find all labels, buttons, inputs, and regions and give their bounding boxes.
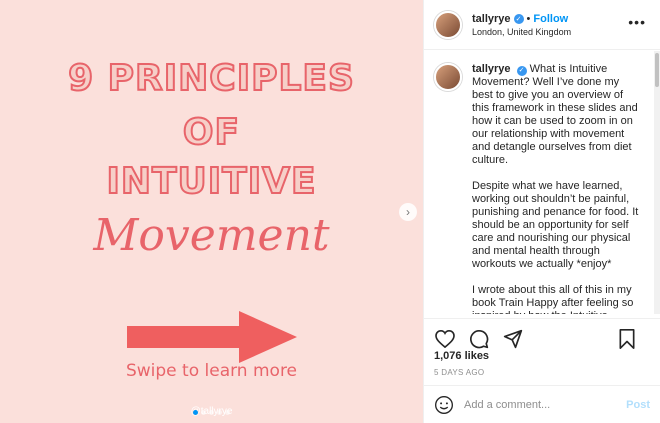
header-info: tallyrye ✓ • Follow London, United Kingd… (472, 13, 571, 37)
post-side-panel: tallyrye ✓ • Follow London, United Kingd… (423, 0, 660, 423)
verified-badge-icon: ✓ (513, 13, 524, 24)
heart-icon[interactable] (434, 328, 456, 350)
bookmark-icon[interactable] (616, 328, 638, 350)
caption-paragraph-2: Despite what we have learned, working ou… (472, 180, 639, 270)
smiley-icon[interactable] (434, 395, 454, 415)
more-options-icon[interactable]: ••• (628, 14, 646, 30)
likes-count[interactable]: 1,076 likes (434, 350, 489, 362)
slide-swipe-text: Swipe to learn more (125, 361, 298, 381)
verified-badge-icon: ✓ (516, 65, 527, 76)
caption-scroll-area[interactable]: tallyrye ✓ What is Intuitive Movement? We… (424, 51, 660, 314)
post-container: 9 PRINCIPLES OF INTUITIVE Movement Swipe… (0, 0, 660, 423)
header-username[interactable]: tallyrye (472, 13, 511, 25)
carousel-dot (209, 410, 214, 415)
share-icon[interactable] (502, 328, 524, 350)
carousel-dot (201, 410, 206, 415)
chevron-right-icon: › (406, 205, 410, 219)
comment-box: Post (424, 385, 660, 423)
post-image[interactable]: 9 PRINCIPLES OF INTUITIVE Movement Swipe… (0, 0, 423, 423)
post-header: tallyrye ✓ • Follow London, United Kingd… (424, 0, 660, 50)
next-slide-button[interactable]: › (399, 203, 417, 221)
avatar[interactable] (434, 63, 462, 91)
slide-title-line-3: INTUITIVE (105, 160, 317, 203)
caption: tallyrye ✓ What is Intuitive Movement? We… (434, 63, 650, 314)
post-date[interactable]: 5 DAYS AGO (434, 368, 484, 377)
scrollbar-thumb[interactable] (655, 53, 659, 87)
arrow-right-icon (127, 311, 297, 363)
caption-paragraph-3: I wrote about this all of this in my boo… (472, 284, 634, 314)
carousel-dot (217, 410, 222, 415)
caption-username[interactable]: tallyrye (472, 63, 511, 75)
comment-input[interactable] (464, 398, 627, 411)
slide-script-word: Movement (93, 210, 330, 261)
comment-icon[interactable] (468, 328, 490, 350)
caption-scrollbar[interactable] (654, 51, 660, 314)
carousel-dots (0, 410, 423, 415)
post-comment-button[interactable]: Post (626, 399, 650, 411)
carousel-dot (193, 410, 198, 415)
post-location[interactable]: London, United Kingdom (472, 27, 571, 37)
slide-title-line-2: OF (182, 111, 241, 154)
avatar[interactable] (434, 10, 462, 39)
caption-text: tallyrye ✓ What is Intuitive Movement? We… (472, 63, 640, 314)
follow-button[interactable]: Follow (533, 13, 568, 25)
slide-title-line-1: 9 PRINCIPLES (67, 57, 355, 100)
header-separator: • (526, 12, 531, 25)
carousel-dot (225, 410, 230, 415)
caption-paragraph-1: What is Intuitive Movement? Well I’ve do… (472, 63, 638, 166)
